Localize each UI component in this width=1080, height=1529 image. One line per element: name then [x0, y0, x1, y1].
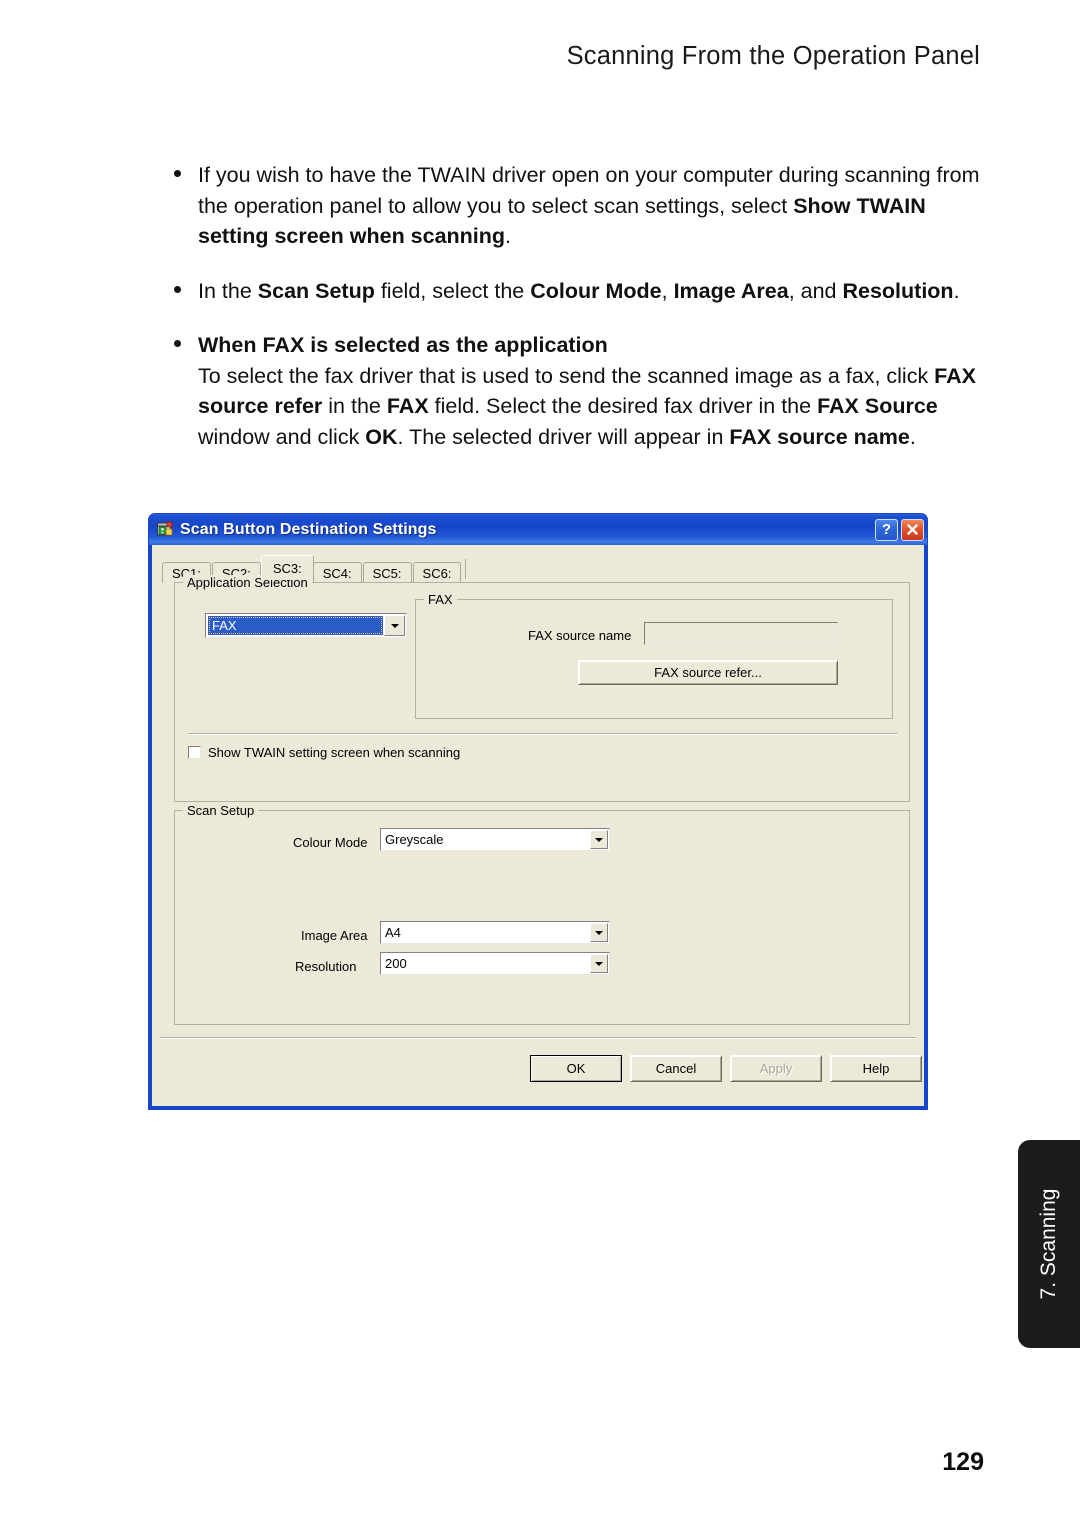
list-item: In the Scan Setup field, select the Colo…: [172, 276, 982, 307]
colour-mode-value: Greyscale: [385, 832, 444, 847]
colour-mode-select[interactable]: Greyscale: [380, 828, 610, 851]
bullet-text: In the Scan Setup field, select the Colo…: [198, 278, 960, 303]
fax-group-legend: FAX: [424, 592, 457, 607]
scan-setup-legend: Scan Setup: [183, 803, 259, 818]
bullet-dot-icon: [174, 285, 181, 293]
page-number: 129: [942, 1448, 984, 1476]
application-window-icon: [156, 521, 174, 539]
image-area-value: A4: [385, 925, 401, 940]
chevron-down-icon[interactable]: [384, 615, 405, 636]
chevron-down-icon[interactable]: [590, 830, 608, 849]
help-icon[interactable]: ?: [875, 518, 898, 541]
ok-button-label: OK: [566, 1061, 586, 1076]
list-item: When FAX is selected as the application …: [172, 330, 982, 452]
tab-sc4[interactable]: SC4:: [312, 562, 362, 583]
ok-button[interactable]: OK: [530, 1055, 622, 1082]
scan-button-destination-settings-dialog: Scan Button Destination Settings ? SC1: …: [148, 513, 928, 1110]
page-header: Scanning From the Operation Panel: [566, 42, 980, 70]
bullet-dot-icon: [174, 170, 181, 177]
instruction-list: If you wish to have the TWAIN driver ope…: [172, 160, 982, 476]
application-selection-group: Application Selection FAX FAX FAX source…: [174, 575, 910, 802]
resolution-select[interactable]: 200: [380, 952, 610, 975]
show-twain-checkbox[interactable]: [188, 746, 201, 759]
chevron-down-icon[interactable]: [590, 954, 608, 973]
fax-source-refer-button[interactable]: FAX source refer...: [578, 660, 838, 685]
application-select-value: FAX: [208, 616, 383, 635]
show-twain-checkbox-label: Show TWAIN setting screen when scanning: [208, 745, 461, 760]
image-area-select[interactable]: A4: [380, 921, 610, 944]
footer-divider: [160, 1037, 916, 1039]
colour-mode-label: Colour Mode: [293, 835, 368, 850]
apply-button: Apply: [730, 1055, 822, 1082]
cancel-button-label: Cancel: [655, 1061, 697, 1076]
titlebar-button-group: ?: [875, 518, 924, 541]
close-icon[interactable]: [901, 518, 924, 541]
help-button[interactable]: Help: [830, 1055, 922, 1082]
bullet-text: If you wish to have the TWAIN driver ope…: [198, 163, 980, 248]
chapter-side-tab-label: 7. Scanning: [1037, 1188, 1060, 1300]
section-divider: [188, 733, 898, 735]
fax-group: FAX FAX source name FAX source refer...: [415, 592, 893, 719]
resolution-value: 200: [385, 956, 407, 971]
bullet-text: To select the fax driver that is used to…: [198, 363, 976, 449]
tab-sc3[interactable]: SC3:: [260, 555, 314, 580]
list-item: If you wish to have the TWAIN driver ope…: [172, 160, 982, 252]
dialog-title: Scan Button Destination Settings: [180, 520, 437, 538]
tab-sc5[interactable]: SC5:: [362, 562, 412, 583]
apply-button-label: Apply: [759, 1061, 793, 1076]
dialog-titlebar[interactable]: Scan Button Destination Settings ?: [148, 513, 928, 545]
application-select[interactable]: FAX: [205, 613, 407, 638]
chevron-down-icon[interactable]: [590, 923, 608, 942]
chapter-side-tab: 7. Scanning: [1018, 1140, 1080, 1348]
fax-source-name-label: FAX source name: [528, 628, 632, 643]
image-area-label: Image Area: [301, 928, 368, 943]
help-button-label: Help: [862, 1061, 890, 1076]
tab-sc6[interactable]: SC6:: [412, 562, 462, 583]
show-twain-checkbox-row[interactable]: Show TWAIN setting screen when scanning: [188, 745, 460, 760]
fax-source-name-field[interactable]: [644, 622, 838, 645]
bullet-heading: When FAX is selected as the application: [198, 333, 608, 357]
resolution-label: Resolution: [295, 959, 357, 974]
bullet-dot-icon: [174, 340, 181, 347]
tab-strip-end-divider: [465, 559, 467, 579]
fax-source-refer-label: FAX source refer...: [654, 665, 762, 680]
scan-setup-group: Scan Setup Colour Mode Greyscale Image A…: [174, 803, 910, 1025]
cancel-button[interactable]: Cancel: [630, 1055, 722, 1082]
